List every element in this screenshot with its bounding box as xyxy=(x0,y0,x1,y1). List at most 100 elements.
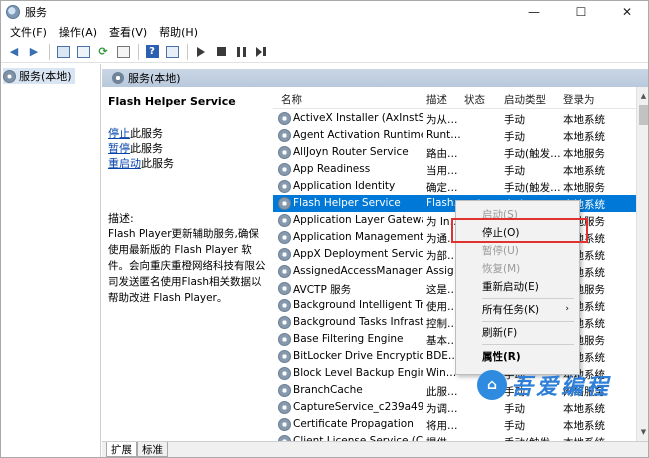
cell-logon: 本地系统 xyxy=(563,165,605,177)
table-row[interactable]: App Readiness 当用… 手动 本地系统 xyxy=(273,161,636,178)
cell-desc: 为从… xyxy=(426,114,458,126)
cell-name: Application Identity xyxy=(293,180,396,192)
toolbar-separator xyxy=(138,43,139,60)
help-icon[interactable]: ? xyxy=(143,43,161,61)
cell-name: Background Intelligent Tra… xyxy=(293,299,423,311)
service-gear-icon xyxy=(278,146,291,159)
cell-logon: 本地服务 xyxy=(563,182,605,194)
cell-startup: 手动 xyxy=(504,114,525,126)
column-name[interactable]: 名称 xyxy=(281,92,302,107)
view-tabs: 扩展 标准 xyxy=(102,441,648,457)
menu-item-all-tasks[interactable]: 所有任务(K) › xyxy=(456,299,579,319)
services-window: 服务 — ☐ ✕ 文件(F) 操作(A) 查看(V) 帮助(H) ◀ ▶ ⟳ ?… xyxy=(0,0,649,458)
console-tree: 服务(本地) xyxy=(1,64,101,457)
cell-desc: 确定… xyxy=(426,182,458,194)
console-tree-icon[interactable] xyxy=(54,43,72,61)
refresh-icon[interactable]: ⟳ xyxy=(94,43,112,61)
menu-item-resume[interactable]: 恢复(M) xyxy=(456,258,579,278)
table-row[interactable]: Agent Activation Runtime_…Runt… 手动 本地系统 xyxy=(273,127,636,144)
service-gear-icon xyxy=(278,367,291,380)
stop-service-icon[interactable] xyxy=(212,43,230,61)
cell-name: Background Tasks Infrastru… xyxy=(293,316,423,328)
table-row[interactable]: AllJoyn Router Service 路由… 手动(触发… 本地服务 xyxy=(273,144,636,161)
description-label: 描述: xyxy=(108,212,134,225)
cell-desc: Runt… xyxy=(426,129,461,141)
menu-item-restart[interactable]: 重新启动(E) xyxy=(456,276,579,296)
service-gear-icon xyxy=(278,112,291,125)
stop-service-link[interactable]: 停止 xyxy=(108,127,130,140)
scroll-up-icon[interactable]: ▲ xyxy=(637,89,648,103)
description-text: Flash Player更新辅助服务,确保使用最新版的 Flash Player… xyxy=(108,228,266,304)
cell-name: BranchCache xyxy=(293,384,363,396)
back-icon[interactable]: ◀ xyxy=(5,43,23,61)
close-button[interactable]: ✕ xyxy=(604,1,648,23)
tab-extended[interactable]: 扩展 xyxy=(106,442,137,457)
properties-list-icon[interactable] xyxy=(74,43,92,61)
menu-bar: 文件(F) 操作(A) 查看(V) 帮助(H) xyxy=(1,23,648,41)
menu-item-properties[interactable]: 属性(R) xyxy=(456,346,579,366)
service-gear-icon xyxy=(278,180,291,193)
cell-name: AppX Deployment Service … xyxy=(293,248,423,260)
export-list-icon[interactable] xyxy=(114,43,132,61)
window-title: 服务 xyxy=(25,6,47,19)
menu-item-pause[interactable]: 暂停(U) xyxy=(456,240,579,260)
menu-item-refresh[interactable]: 刷新(F) xyxy=(456,322,579,342)
service-gear-icon xyxy=(278,418,291,431)
cell-name: ActiveX Installer (AxInstSV) xyxy=(293,112,423,124)
start-service-icon[interactable] xyxy=(192,43,210,61)
service-gear-icon xyxy=(278,384,291,397)
tree-item-services-local[interactable]: 服务(本地) xyxy=(3,68,75,84)
column-description[interactable]: 描述 xyxy=(426,92,447,107)
properties-icon[interactable] xyxy=(163,43,181,61)
toolbar-separator xyxy=(49,43,50,60)
stop-action-suffix: 此服务 xyxy=(130,127,163,140)
cell-logon: 本地服务 xyxy=(563,148,605,160)
table-row[interactable]: ActiveX Installer (AxInstSV) 为从… 手动 本地系统 xyxy=(273,110,636,127)
service-gear-icon xyxy=(278,129,291,142)
services-gear-icon xyxy=(3,69,16,83)
table-row[interactable]: Client License Service (Clip…提供…手动(触发…本地… xyxy=(273,433,636,441)
services-gear-icon xyxy=(112,72,124,84)
cell-name: Agent Activation Runtime_… xyxy=(293,129,423,141)
list-header: 名称 描述 状态 启动类型 登录为 xyxy=(273,87,636,109)
cell-startup: 手动(触发… xyxy=(504,182,560,194)
services-gear-icon xyxy=(6,5,20,19)
scroll-thumb[interactable] xyxy=(639,105,648,125)
column-startup-type[interactable]: 启动类型 xyxy=(504,92,546,107)
stop-action: 停止此服务 xyxy=(108,126,266,141)
table-row[interactable]: Certificate Propagation 将用… 手动 本地系统 xyxy=(273,416,636,433)
service-gear-icon xyxy=(278,163,291,176)
service-gear-icon xyxy=(278,282,291,295)
pause-service-link[interactable]: 暂停 xyxy=(108,142,130,155)
restart-action: 重启动此服务 xyxy=(108,156,266,171)
pause-service-icon[interactable] xyxy=(232,43,250,61)
vertical-scrollbar[interactable]: ▲ ▼ xyxy=(636,87,648,441)
service-gear-icon xyxy=(278,350,291,363)
table-row[interactable]: Application Identity 确定… 手动(触发… 本地服务 xyxy=(273,178,636,195)
maximize-button[interactable]: ☐ xyxy=(558,1,604,23)
cell-logon: 本地系统 xyxy=(563,114,605,126)
cell-desc: 将用… xyxy=(426,420,458,432)
scroll-down-icon[interactable]: ▼ xyxy=(637,425,648,439)
cell-startup: 手动(触发… xyxy=(504,148,560,160)
watermark: ⌂ 吾爱编程 xyxy=(477,368,611,402)
menu-file[interactable]: 文件(F) xyxy=(4,24,53,40)
tab-standard[interactable]: 标准 xyxy=(137,442,168,457)
menu-action[interactable]: 操作(A) xyxy=(53,24,103,40)
restart-service-link[interactable]: 重启动 xyxy=(108,157,141,170)
toolbar: ◀ ▶ ⟳ ? xyxy=(1,41,648,63)
column-status[interactable]: 状态 xyxy=(464,92,485,107)
menu-view[interactable]: 查看(V) xyxy=(103,24,153,40)
menu-help[interactable]: 帮助(H) xyxy=(153,24,204,40)
minimize-button[interactable]: — xyxy=(511,1,557,23)
restart-service-icon[interactable] xyxy=(252,43,270,61)
cell-name: Flash Helper Service xyxy=(293,197,401,209)
column-logon-as[interactable]: 登录为 xyxy=(563,92,595,107)
pane-header: 服务(本地) xyxy=(102,69,648,87)
service-gear-icon xyxy=(278,316,291,329)
forward-icon[interactable]: ▶ xyxy=(25,43,43,61)
cell-name: Application Layer Gateway … xyxy=(293,214,423,226)
watermark-logo-icon: ⌂ xyxy=(477,370,507,400)
service-details-panel: Flash Helper Service 停止此服务 暂停此服务 重启动此服务 … xyxy=(102,87,272,439)
toolbar-separator xyxy=(187,43,188,60)
